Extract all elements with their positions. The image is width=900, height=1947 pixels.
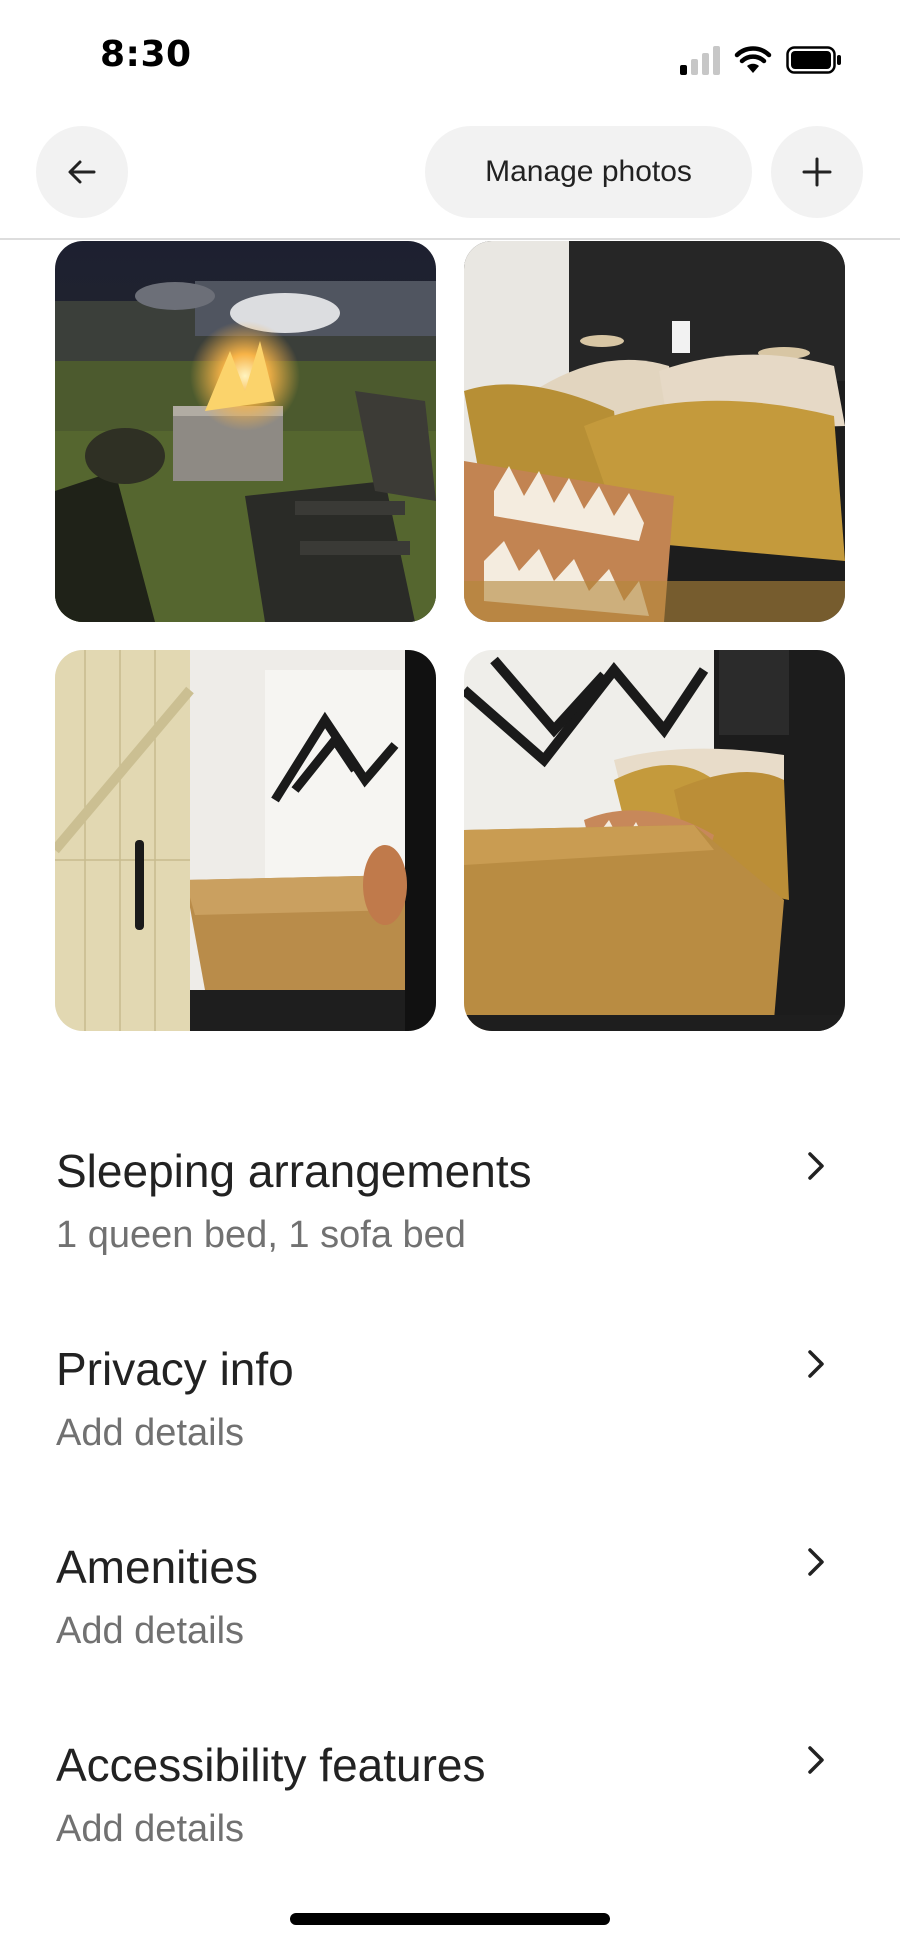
photo-fire-pit[interactable] bbox=[55, 241, 436, 622]
plus-icon bbox=[802, 157, 832, 187]
status-time: 8:30 bbox=[100, 34, 192, 75]
detail-subtitle: Add details bbox=[56, 1412, 245, 1454]
chevron-right-icon bbox=[808, 1548, 824, 1576]
back-button[interactable] bbox=[36, 126, 128, 218]
detail-title: Accessibility features bbox=[56, 1739, 486, 1791]
photo-bedroom-barn-door[interactable] bbox=[55, 650, 436, 1031]
status-bar: 8:30 bbox=[0, 0, 900, 110]
detail-title: Sleeping arrangements bbox=[56, 1145, 532, 1197]
status-icons bbox=[680, 42, 842, 78]
detail-title: Amenities bbox=[56, 1541, 258, 1593]
wifi-icon bbox=[734, 45, 772, 75]
detail-subtitle: 1 queen bed, 1 sofa bed bbox=[56, 1214, 466, 1256]
detail-subtitle: Add details bbox=[56, 1808, 245, 1850]
privacy-info-row[interactable]: Privacy info Add details bbox=[0, 1328, 900, 1526]
arrow-left-icon bbox=[68, 160, 96, 184]
amenities-row[interactable]: Amenities Add details bbox=[0, 1526, 900, 1724]
chevron-right-icon bbox=[808, 1152, 824, 1180]
add-photo-button[interactable] bbox=[771, 126, 863, 218]
home-indicator[interactable] bbox=[290, 1913, 610, 1925]
chevron-right-icon bbox=[808, 1350, 824, 1378]
sleeping-arrangements-row[interactable]: Sleeping arrangements 1 queen bed, 1 sof… bbox=[0, 1130, 900, 1328]
accessibility-features-row[interactable]: Accessibility features Add details bbox=[0, 1724, 900, 1922]
cellular-signal-icon bbox=[680, 45, 720, 75]
photo-bed-pillows[interactable] bbox=[464, 241, 845, 622]
top-nav: Manage photos bbox=[0, 110, 900, 240]
details-list: Sleeping arrangements 1 queen bed, 1 sof… bbox=[0, 1130, 900, 1922]
detail-subtitle: Add details bbox=[56, 1610, 245, 1652]
battery-icon bbox=[786, 46, 842, 74]
chevron-right-icon bbox=[808, 1746, 824, 1774]
detail-title: Privacy info bbox=[56, 1343, 294, 1395]
manage-photos-button[interactable]: Manage photos bbox=[425, 126, 752, 218]
photo-bed-mountain-art[interactable] bbox=[464, 650, 845, 1031]
